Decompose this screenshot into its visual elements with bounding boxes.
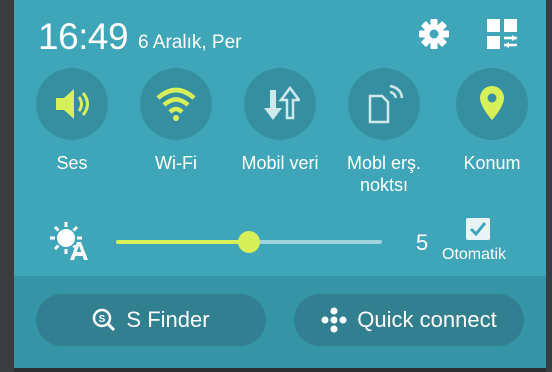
toggle-hotspot[interactable]: Mobl erş. noktsı (344, 68, 424, 196)
toggle-wifi-button[interactable] (140, 68, 212, 140)
auto-brightness-checkbox[interactable] (466, 218, 490, 240)
quick-settings-panel: 16:49 6 Aralık, Per Ses Wi-Fi Mobil veri… (14, 0, 546, 368)
brightness-value: 5 (416, 230, 429, 255)
location-pin-icon (480, 86, 504, 120)
wifi-icon (156, 87, 196, 121)
toggle-sound[interactable]: Ses (32, 68, 112, 174)
brightness-slider[interactable] (116, 231, 382, 253)
toggle-hotspot-label: Mobl erş. noktsı (346, 153, 422, 195)
date: 6 Aralık, Per (138, 32, 242, 53)
hotspot-icon (368, 84, 404, 124)
edit-grid-icon[interactable] (484, 16, 520, 52)
quick-connect-icon (321, 307, 347, 333)
panel-header: 16:49 6 Aralık, Per (14, 0, 546, 70)
svg-text:S: S (99, 314, 106, 325)
mobile-data-icon (264, 85, 300, 120)
toggle-hotspot-button[interactable] (348, 68, 420, 140)
toggle-wifi-label: Wi-Fi (155, 153, 197, 173)
checkmark-icon (469, 222, 487, 237)
toggle-location[interactable]: Konum (452, 68, 532, 174)
clock: 16:49 (38, 16, 129, 57)
toggle-sound-label: Ses (56, 153, 88, 173)
toggle-sound-button[interactable] (36, 68, 108, 140)
background-app-right (546, 0, 552, 372)
s-finder-search-icon: S (93, 308, 116, 332)
s-finder-button[interactable]: S S Finder (36, 294, 266, 346)
toggle-mobile-data-button[interactable] (244, 68, 316, 140)
quick-connect-button[interactable]: Quick connect (294, 294, 524, 346)
toggle-mobile-data-label: Mobil veri (241, 153, 319, 173)
brightness-row: 5 Otomatik (14, 210, 546, 270)
auto-brightness-label: Otomatik (442, 246, 507, 263)
toggle-location-button[interactable] (456, 68, 528, 140)
toggle-wifi[interactable]: Wi-Fi (136, 68, 216, 174)
brightness-slider-thumb[interactable] (238, 231, 260, 253)
speaker-icon (56, 89, 89, 119)
background-app-left (0, 0, 14, 372)
toggle-mobile-data[interactable]: Mobil veri (240, 68, 320, 174)
toggle-location-label: Konum (463, 153, 521, 173)
quick-connect-label: Quick connect (357, 307, 497, 332)
brightness-slider-fill (116, 240, 249, 244)
auto-brightness-icon[interactable] (50, 222, 90, 267)
gear-icon[interactable] (416, 16, 452, 52)
s-finder-label: S Finder (126, 307, 210, 332)
